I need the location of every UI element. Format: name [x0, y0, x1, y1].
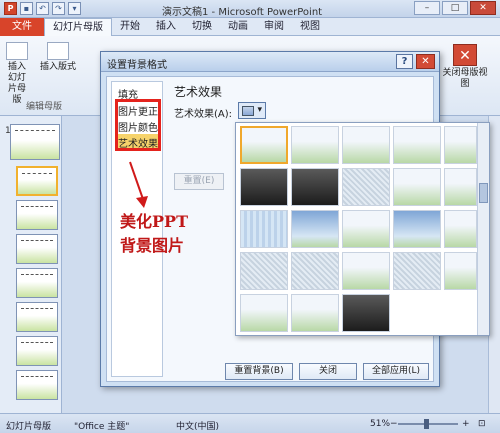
- effect-option[interactable]: [291, 252, 339, 290]
- effect-preview-icon: [242, 106, 254, 116]
- tab-review[interactable]: 审阅: [256, 18, 292, 36]
- gallery-scroll-thumb[interactable]: [479, 183, 488, 203]
- category-artistic-effects[interactable]: 艺术效果: [118, 135, 158, 150]
- redo-icon[interactable]: ↷: [52, 2, 65, 15]
- help-button[interactable]: ?: [396, 54, 413, 69]
- close-window-button[interactable]: ✕: [470, 1, 496, 15]
- tab-animations[interactable]: 动画: [220, 18, 256, 36]
- effect-option[interactable]: [291, 210, 339, 248]
- effect-option[interactable]: [444, 168, 477, 206]
- effect-option[interactable]: [444, 126, 477, 164]
- apply-to-all-button[interactable]: 全部应用(L): [363, 363, 429, 380]
- insert-layout-button[interactable]: 插入版式: [36, 42, 80, 73]
- effect-option[interactable]: [240, 210, 288, 248]
- theme-indicator: "Office 主题": [74, 422, 130, 432]
- master-thumbnail[interactable]: [10, 124, 60, 160]
- zoom-out-icon[interactable]: −: [390, 419, 398, 429]
- layout-thumbnail[interactable]: [16, 234, 58, 264]
- effect-option[interactable]: [291, 168, 339, 206]
- effect-option[interactable]: [342, 168, 390, 206]
- zoom-in-icon[interactable]: +: [462, 419, 470, 429]
- powerpoint-app-icon[interactable]: P: [4, 2, 17, 15]
- window-controls: – □ ✕: [414, 1, 496, 15]
- zoom-level[interactable]: 51%: [370, 419, 390, 429]
- dialog-close-button[interactable]: ✕: [416, 54, 435, 69]
- tab-file[interactable]: 文件: [0, 18, 44, 36]
- insert-layout-label: 插入版式: [39, 62, 76, 72]
- layout-thumbnail[interactable]: [16, 370, 58, 400]
- artistic-effects-gallery: [235, 122, 490, 336]
- panel-title: 艺术效果: [174, 85, 223, 99]
- fit-slide-icon[interactable]: ⊡: [478, 419, 486, 429]
- tab-view[interactable]: 视图: [292, 18, 328, 36]
- dialog-title: 设置背景格式: [107, 60, 167, 71]
- effect-option[interactable]: [393, 210, 441, 248]
- layout-thumbnail[interactable]: [16, 302, 58, 332]
- close-master-icon: ✕: [453, 44, 477, 66]
- view-indicator: 幻灯片母版: [6, 422, 52, 432]
- effect-option[interactable]: [342, 252, 390, 290]
- effect-option[interactable]: [291, 126, 339, 164]
- annotation-text: 美化PPT 背景图片: [120, 210, 202, 258]
- close-master-label: 关闭母版视图: [442, 68, 488, 89]
- status-bar: 幻灯片母版 "Office 主题" 中文(中国) 51% − + ⊡: [0, 413, 500, 433]
- layout-thumbnail[interactable]: [16, 200, 58, 230]
- reset-effect-button[interactable]: 重置(E): [174, 173, 224, 190]
- tab-home[interactable]: 开始: [112, 18, 148, 36]
- effect-option[interactable]: [342, 126, 390, 164]
- insert-slide-master-button[interactable]: 插入幻灯片母版: [4, 42, 30, 106]
- category-fill[interactable]: 填充: [118, 86, 138, 101]
- customize-toolbar-icon[interactable]: ▾: [68, 2, 81, 15]
- layout-thumbnail[interactable]: [16, 336, 58, 366]
- save-icon[interactable]: ▪: [20, 2, 33, 15]
- effect-option[interactable]: [393, 168, 441, 206]
- category-picture-corrections[interactable]: 图片更正: [118, 103, 158, 118]
- reset-background-button[interactable]: 重置背景(B): [225, 363, 293, 380]
- slide-thumbnail-pane[interactable]: 1: [0, 116, 62, 413]
- effect-option[interactable]: [342, 210, 390, 248]
- effect-option[interactable]: [342, 294, 390, 332]
- effect-option[interactable]: [240, 252, 288, 290]
- effect-option[interactable]: [444, 210, 477, 248]
- insert-slide-master-label: 插入幻灯片母版: [7, 62, 26, 105]
- artistic-effect-dropdown[interactable]: [238, 102, 266, 119]
- tab-transitions[interactable]: 切换: [184, 18, 220, 36]
- annotation-line-2: 背景图片: [120, 236, 185, 255]
- minimize-button[interactable]: –: [414, 1, 440, 15]
- slide-master-icon: [6, 42, 28, 60]
- effect-option[interactable]: [291, 294, 339, 332]
- annotation-line-1: 美化PPT: [120, 212, 188, 231]
- category-picture-color[interactable]: 图片颜色: [118, 119, 158, 134]
- language-indicator[interactable]: 中文(中国): [176, 419, 219, 432]
- dialog-title-bar[interactable]: 设置背景格式 ? ✕: [101, 52, 439, 72]
- layout-thumbnail[interactable]: [16, 268, 58, 298]
- gallery-scrollbar[interactable]: [477, 123, 489, 335]
- tab-slide-master[interactable]: 幻灯片母版: [44, 18, 112, 36]
- effect-option[interactable]: [444, 252, 477, 290]
- close-master-view-button[interactable]: ✕ 关闭母版视图: [440, 44, 490, 90]
- layout-icon: [47, 42, 69, 60]
- close-button[interactable]: 关闭: [299, 363, 357, 380]
- effect-option[interactable]: [240, 294, 288, 332]
- tab-insert[interactable]: 插入: [148, 18, 184, 36]
- effect-option[interactable]: [240, 168, 288, 206]
- window-title: 演示文稿1 - Microsoft PowerPoint: [162, 7, 323, 18]
- effect-option[interactable]: [240, 126, 288, 164]
- effect-option[interactable]: [393, 252, 441, 290]
- ribbon-tabs: 文件 幻灯片母版 开始 插入 切换 动画 审阅 视图: [0, 18, 500, 36]
- zoom-slider-handle[interactable]: [424, 419, 429, 429]
- layout-thumbnail[interactable]: [16, 166, 58, 196]
- artistic-effect-label: 艺术效果(A):: [174, 109, 233, 120]
- group-label: 编辑母版: [26, 102, 63, 112]
- effect-option[interactable]: [393, 126, 441, 164]
- annotation-arrow: [129, 161, 148, 208]
- maximize-button[interactable]: □: [442, 1, 468, 15]
- title-bar: P ▪ ↶ ↷ ▾ 演示文稿1 - Microsoft PowerPoint –…: [0, 0, 500, 18]
- undo-icon[interactable]: ↶: [36, 2, 49, 15]
